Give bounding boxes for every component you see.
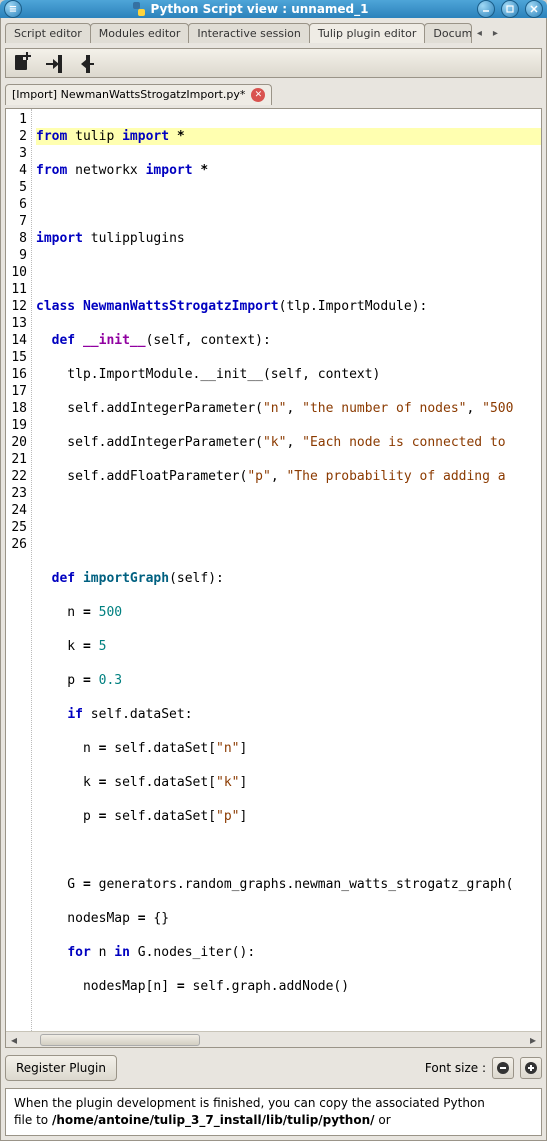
scroll-right-icon[interactable]: ▸ bbox=[525, 1032, 541, 1048]
plus-circle-icon bbox=[523, 1060, 539, 1076]
file-tab-label: [Import] NewmanWattsStrogatzImport.py* bbox=[12, 88, 245, 101]
info-line1: When the plugin development is finished,… bbox=[14, 1096, 485, 1110]
minus-circle-icon bbox=[495, 1060, 511, 1076]
code-editor[interactable]: 1234567891011121314151617181920212223242… bbox=[5, 108, 542, 1048]
tab-modules-editor[interactable]: Modules editor bbox=[90, 23, 190, 43]
info-path: /home/antoine/tulip_3_7_install/lib/tuli… bbox=[52, 1113, 375, 1127]
tab-scroll-right-icon[interactable]: ▸ bbox=[487, 25, 503, 41]
tab-documentation[interactable]: Docum bbox=[424, 23, 472, 43]
python-icon bbox=[131, 1, 147, 17]
window-menu-button[interactable]: ≡ bbox=[4, 0, 22, 18]
new-file-icon bbox=[11, 52, 33, 74]
tab-interactive-session[interactable]: Interactive session bbox=[188, 23, 309, 43]
font-decrease-button[interactable] bbox=[492, 1057, 514, 1079]
font-increase-button[interactable] bbox=[520, 1057, 542, 1079]
import-icon bbox=[43, 52, 65, 74]
tab-scroll-left-icon[interactable]: ◂ bbox=[471, 25, 487, 41]
file-tab-close-icon[interactable]: ✕ bbox=[251, 88, 265, 102]
line-gutter: 1234567891011121314151617181920212223242… bbox=[6, 109, 32, 1031]
import-file-button[interactable] bbox=[42, 51, 66, 75]
horizontal-scrollbar[interactable]: ◂ ▸ bbox=[6, 1031, 541, 1047]
bottom-toolbar: Register Plugin Font size : bbox=[5, 1052, 542, 1084]
minimize-button[interactable] bbox=[477, 0, 495, 18]
file-tab-row: [Import] NewmanWattsStrogatzImport.py* ✕ bbox=[5, 82, 542, 104]
tab-script-editor[interactable]: Script editor bbox=[5, 23, 91, 43]
scrollbar-thumb[interactable] bbox=[40, 1034, 200, 1046]
window-titlebar: ≡ Python Script view : unnamed_1 bbox=[0, 0, 547, 18]
window-title: Python Script view : unnamed_1 bbox=[151, 2, 369, 16]
scroll-left-icon[interactable]: ◂ bbox=[6, 1032, 22, 1048]
save-icon bbox=[75, 52, 97, 74]
code-lines[interactable]: from tulip import * from networkx import… bbox=[32, 109, 541, 1031]
close-button[interactable] bbox=[525, 0, 543, 18]
editor-toolbar bbox=[5, 48, 542, 78]
window-body: Script editor Modules editor Interactive… bbox=[0, 18, 547, 1141]
main-tabbar: Script editor Modules editor Interactive… bbox=[5, 22, 542, 44]
new-file-button[interactable] bbox=[10, 51, 34, 75]
save-file-button[interactable] bbox=[74, 51, 98, 75]
maximize-button[interactable] bbox=[501, 0, 519, 18]
font-size-label: Font size : bbox=[425, 1061, 486, 1075]
window-title-wrap: Python Script view : unnamed_1 bbox=[28, 1, 471, 17]
info-message: When the plugin development is finished,… bbox=[5, 1088, 542, 1136]
tab-tulip-plugin-editor[interactable]: Tulip plugin editor bbox=[309, 23, 426, 43]
register-plugin-button[interactable]: Register Plugin bbox=[5, 1055, 117, 1081]
file-tab[interactable]: [Import] NewmanWattsStrogatzImport.py* ✕ bbox=[5, 84, 272, 105]
